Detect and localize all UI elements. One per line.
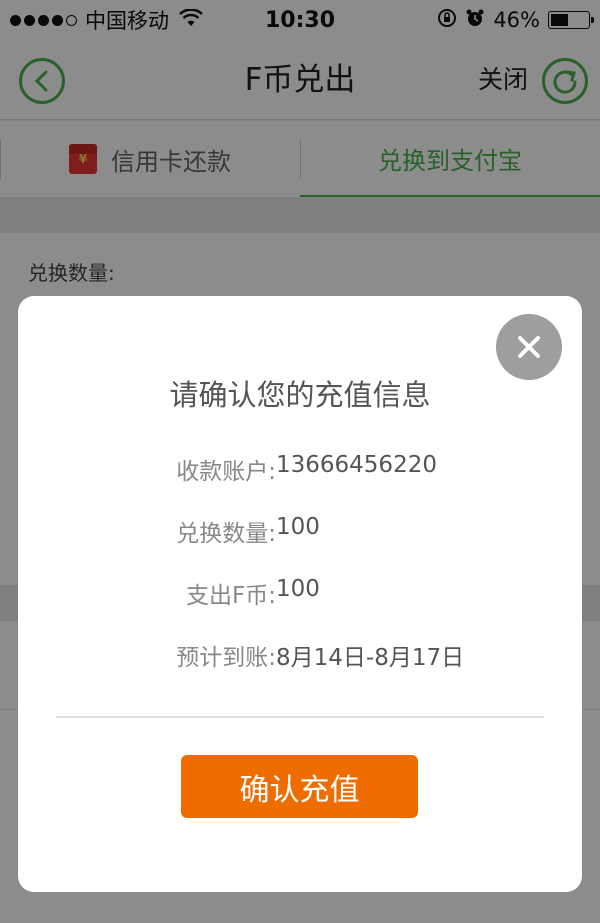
info-label: 收款账户: (176, 459, 276, 485)
close-icon (518, 336, 540, 358)
info-label: 预计到账: (176, 645, 276, 671)
info-row-arrival: 预计到账: 8月14日-8月17日 (18, 638, 582, 672)
info-label: 兑换数量: (176, 521, 276, 547)
info-value: 100 (276, 514, 320, 540)
info-value: 100 (276, 576, 320, 602)
info-label: 支出F币: (186, 583, 276, 609)
confirm-dialog: 请确认您的充值信息 收款账户: 13666456220 兑换数量: 100 支出… (18, 296, 582, 892)
dialog-close-button[interactable] (496, 314, 562, 380)
confirm-recharge-button[interactable]: 确认充值 (181, 755, 418, 818)
info-row-quantity: 兑换数量: 100 (18, 514, 582, 548)
info-row-account: 收款账户: 13666456220 (18, 452, 582, 486)
info-value: 13666456220 (276, 452, 437, 478)
info-row-coins: 支出F币: 100 (18, 576, 582, 610)
info-value: 8月14日-8月17日 (276, 645, 465, 671)
dialog-divider (56, 716, 544, 718)
dialog-title: 请确认您的充值信息 (169, 378, 431, 412)
